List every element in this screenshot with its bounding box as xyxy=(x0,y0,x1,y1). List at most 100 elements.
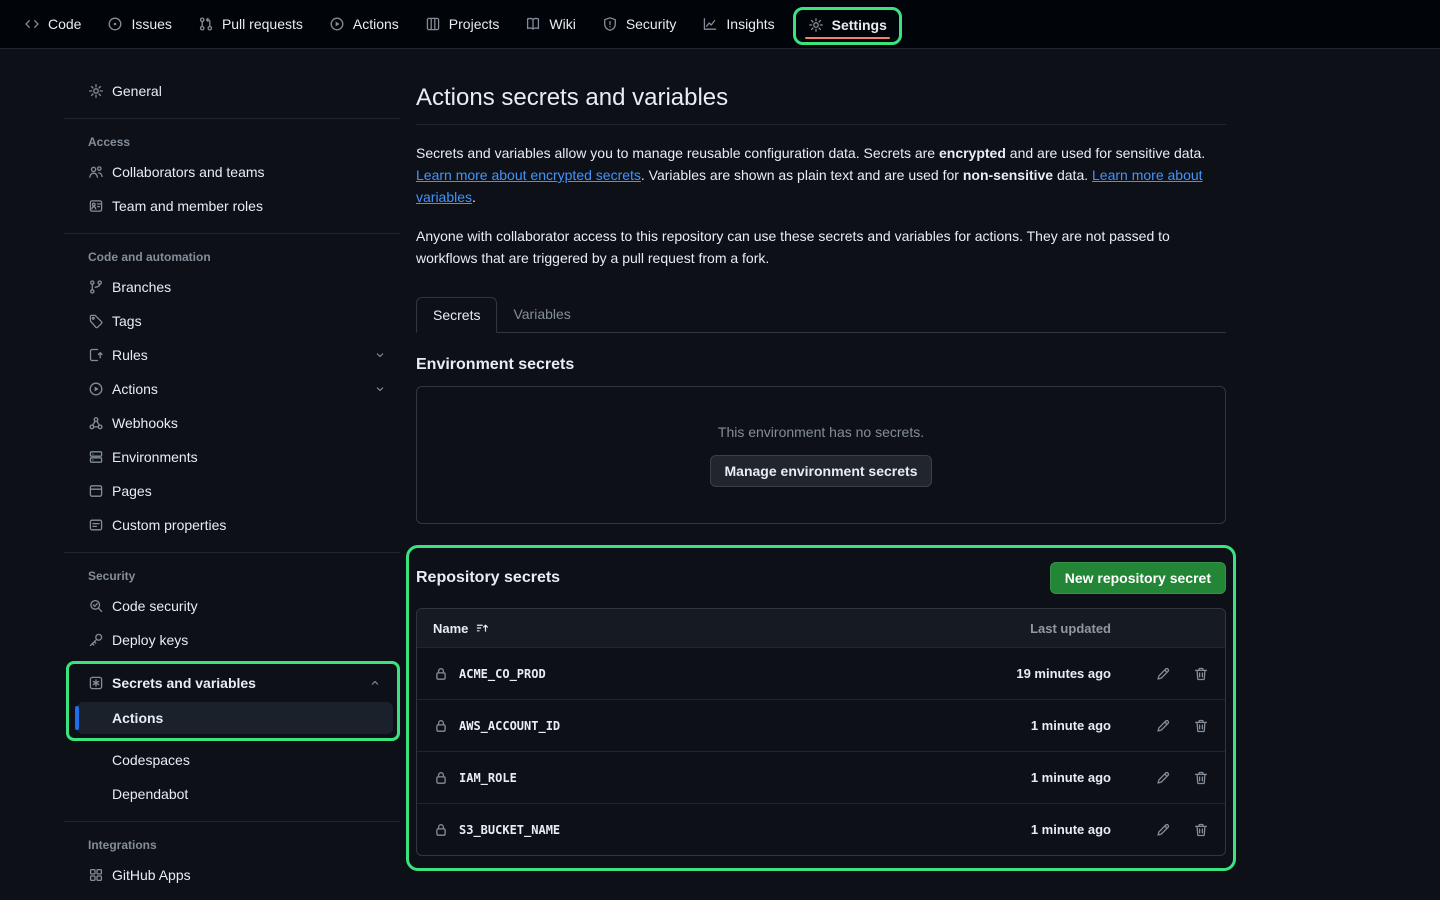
sidebar-item-custom-properties[interactable]: Custom properties xyxy=(64,508,400,542)
tab-variables[interactable]: Variables xyxy=(497,297,586,332)
sidebar-item-label: General xyxy=(112,83,162,99)
annotation-box-secrets-and-variables: Secrets and variables Actions xyxy=(66,661,400,741)
tab-label: Actions xyxy=(353,16,399,32)
environment-empty-message: This environment has no secrets. xyxy=(718,424,924,440)
sidebar-item-github-apps[interactable]: GitHub Apps xyxy=(64,858,400,892)
sidebar-item-label: Deploy keys xyxy=(112,632,188,648)
sidebar-item-webhooks[interactable]: Webhooks xyxy=(64,406,400,440)
server-icon xyxy=(88,449,104,465)
edit-pencil-icon[interactable] xyxy=(1155,770,1171,786)
new-repository-secret-button[interactable]: New repository secret xyxy=(1050,562,1226,594)
text-run-bold: encrypted xyxy=(939,145,1006,161)
sidebar-section-integrations: Integrations xyxy=(64,838,400,852)
id-badge-icon xyxy=(88,198,104,214)
row-actions xyxy=(1155,822,1209,838)
sidebar-subitem-codespaces[interactable]: Codespaces xyxy=(64,743,400,777)
sidebar-item-general[interactable]: General xyxy=(64,74,400,108)
table-row: S3_BUCKET_NAME 1 minute ago xyxy=(417,803,1225,855)
git-branch-icon xyxy=(88,279,104,295)
sidebar-item-email-notifications[interactable]: Email notifications xyxy=(64,892,400,900)
secrets-variables-tabnav: Secrets Variables xyxy=(416,297,1226,333)
apps-grid-icon xyxy=(88,867,104,883)
sidebar-item-label: Team and member roles xyxy=(112,198,263,214)
delete-trash-icon[interactable] xyxy=(1193,718,1209,734)
secret-name: AWS_ACCOUNT_ID xyxy=(459,719,560,733)
tab-label: Security xyxy=(626,16,677,32)
sidebar-item-secrets-and-variables[interactable]: Secrets and variables xyxy=(69,666,395,700)
sidebar-item-collaborators[interactable]: Collaborators and teams xyxy=(64,155,400,189)
row-actions xyxy=(1155,718,1209,734)
tab-secrets-active[interactable]: Secrets xyxy=(416,297,497,333)
tab-pull-requests[interactable]: Pull requests xyxy=(190,8,311,40)
chevron-down-icon xyxy=(374,349,386,361)
last-updated-value: 19 minutes ago xyxy=(1016,666,1111,681)
edit-pencil-icon[interactable] xyxy=(1155,822,1171,838)
last-updated-value: 1 minute ago xyxy=(1031,770,1111,785)
repository-secrets-heading: Repository secrets xyxy=(416,569,560,587)
book-icon xyxy=(525,16,541,32)
delete-trash-icon[interactable] xyxy=(1193,770,1209,786)
sidebar-item-code-security[interactable]: Code security xyxy=(64,589,400,623)
delete-trash-icon[interactable] xyxy=(1193,666,1209,682)
sidebar-item-label: Tags xyxy=(112,313,142,329)
column-header-name[interactable]: Name xyxy=(433,621,489,636)
edit-pencil-icon[interactable] xyxy=(1155,666,1171,682)
sidebar-item-label: Secrets and variables xyxy=(112,675,256,691)
tab-label: Issues xyxy=(131,16,171,32)
lock-icon xyxy=(433,718,449,734)
text-run: Secrets and variables allow you to manag… xyxy=(416,145,939,161)
tab-security[interactable]: Security xyxy=(594,8,685,40)
text-run: data. xyxy=(1053,167,1092,183)
sidebar-item-environments[interactable]: Environments xyxy=(64,440,400,474)
delete-trash-icon[interactable] xyxy=(1193,822,1209,838)
tab-code[interactable]: Code xyxy=(16,8,89,40)
last-updated-value: 1 minute ago xyxy=(1031,718,1111,733)
active-tab-underline xyxy=(805,37,890,39)
edit-pencil-icon[interactable] xyxy=(1155,718,1171,734)
sidebar-subitem-dependabot[interactable]: Dependabot xyxy=(64,777,400,811)
tab-wiki[interactable]: Wiki xyxy=(517,8,583,40)
sidebar-item-label: Actions xyxy=(112,381,158,397)
play-circle-icon xyxy=(88,381,104,397)
column-header-last-updated: Last updated xyxy=(1030,621,1111,636)
intro-paragraph-1: Secrets and variables allow you to manag… xyxy=(416,142,1226,208)
sidebar-item-label: Code security xyxy=(112,598,198,614)
table-row: AWS_ACCOUNT_ID 1 minute ago xyxy=(417,699,1225,751)
tab-issues[interactable]: Issues xyxy=(99,8,179,40)
repository-secrets-table: Name Last updated ACME_CO_PROD 19 minute… xyxy=(416,608,1226,856)
last-updated-value: 1 minute ago xyxy=(1031,822,1111,837)
sidebar-item-pages[interactable]: Pages xyxy=(64,474,400,508)
tab-label: Insights xyxy=(726,16,774,32)
sidebar-item-branches[interactable]: Branches xyxy=(64,270,400,304)
text-run-bold: non-sensitive xyxy=(963,167,1053,183)
tab-actions[interactable]: Actions xyxy=(321,8,407,40)
sort-ascending-icon xyxy=(475,621,489,635)
rules-icon xyxy=(88,347,104,363)
sidebar-item-actions[interactable]: Actions xyxy=(64,372,400,406)
tag-icon xyxy=(88,313,104,329)
tab-insights[interactable]: Insights xyxy=(694,8,782,40)
sidebar-subitem-label[interactable]: Actions xyxy=(77,702,393,734)
sidebar-subitem-actions-selected[interactable]: Actions xyxy=(77,702,393,734)
text-run: . Variables are shown as plain text and … xyxy=(641,167,963,183)
repo-tab-bar: Code Issues Pull requests Actions Projec… xyxy=(0,0,1440,49)
sidebar-item-rules[interactable]: Rules xyxy=(64,338,400,372)
text-run: and are used for sensitive data. xyxy=(1006,145,1205,161)
code-icon xyxy=(24,16,40,32)
asterisk-box-icon xyxy=(88,675,104,691)
sidebar-section-access: Access xyxy=(64,135,400,149)
repository-secrets-header: Repository secrets New repository secret xyxy=(416,562,1226,594)
tab-label: Projects xyxy=(449,16,500,32)
pull-request-icon xyxy=(198,16,214,32)
link-encrypted-secrets[interactable]: Learn more about encrypted secrets xyxy=(416,167,641,183)
sidebar-item-team-roles[interactable]: Team and member roles xyxy=(64,189,400,223)
manage-environment-secrets-button[interactable]: Manage environment secrets xyxy=(710,455,933,487)
tab-settings-active[interactable]: Settings xyxy=(808,17,887,33)
main-content: Actions secrets and variables Secrets an… xyxy=(416,49,1226,871)
tab-projects[interactable]: Projects xyxy=(417,8,508,40)
gear-icon xyxy=(88,83,104,99)
sidebar-section-code-automation: Code and automation xyxy=(64,250,400,264)
sidebar-item-deploy-keys[interactable]: Deploy keys xyxy=(64,623,400,657)
people-icon xyxy=(88,164,104,180)
sidebar-item-tags[interactable]: Tags xyxy=(64,304,400,338)
